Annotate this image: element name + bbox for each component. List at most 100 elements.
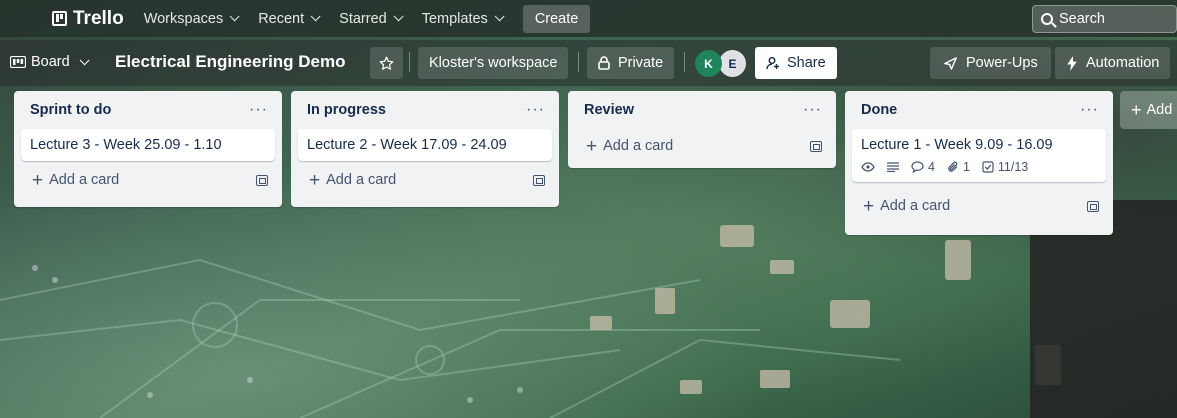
search-placeholder: Search [1059,11,1105,27]
card-template-icon[interactable] [533,174,545,186]
chevron-down-icon [79,54,90,65]
card[interactable]: Lecture 3 - Week 25.09 - 1.10 [21,129,275,161]
divider [578,52,579,72]
add-card-button[interactable]: + Add a card [14,161,282,199]
add-card-label: Add a card [603,138,674,154]
card-template-icon[interactable] [810,140,822,152]
checklist-icon [982,161,994,173]
comments-count: 4 [928,160,935,174]
nav-starred[interactable]: Starred [339,10,404,27]
more-icon[interactable]: ··· [803,102,822,118]
share-label: Share [787,55,826,71]
add-card-label: Add a card [326,172,397,188]
search-icon [1041,13,1053,25]
list-done: Done ··· Lecture 1 - Week 9.09 - 16.09 4 [845,91,1113,235]
avatar-k[interactable]: K [695,50,722,77]
plus-icon: + [32,169,44,191]
logo-text: Trello [73,7,124,29]
nav-recent[interactable]: Recent [258,10,321,27]
plus-icon: + [309,169,321,191]
nav-workspaces-label: Workspaces [143,10,224,27]
workspace-label: Kloster's workspace [429,55,558,71]
automation-label: Automation [1086,55,1160,71]
more-icon[interactable]: ··· [1080,102,1099,118]
card[interactable]: Lecture 2 - Week 17.09 - 24.09 [298,129,552,161]
add-card-label: Add a card [49,172,120,188]
search-input[interactable]: Search [1032,5,1177,33]
divider [409,52,410,72]
eye-icon [861,162,875,172]
powerups-label: Power-Ups [966,55,1038,71]
list-title[interactable]: Review [584,102,634,118]
add-list-button[interactable]: + Add [1120,91,1177,129]
chevron-down-icon [494,11,505,22]
board-header: Board Electrical Engineering Demo Kloste… [0,40,1177,86]
add-card-button[interactable]: + Add a card [845,182,1113,230]
nav-starred-label: Starred [339,10,387,27]
visibility-button[interactable]: Private [587,47,675,79]
plus-icon: + [1131,99,1142,120]
paperclip-icon [948,161,958,172]
star-button[interactable] [370,47,403,79]
chevron-down-icon [393,11,404,22]
member-avatars[interactable]: K E [695,50,746,77]
more-icon[interactable]: ··· [526,102,545,118]
card-title: Lecture 3 - Week 25.09 - 1.10 [30,137,222,153]
description-badge [887,162,899,172]
board-view-icon [10,56,26,68]
add-card-button[interactable]: + Add a card [568,129,836,163]
more-icon[interactable]: ··· [249,102,268,118]
add-list-label: Add [1146,102,1173,118]
watching-badge [861,162,875,172]
avatar-e[interactable]: E [719,50,746,77]
plus-icon: + [863,195,875,217]
checklist-count: 11/13 [997,160,1029,174]
add-card-label: Add a card [880,198,951,214]
top-nav: Trello Workspaces Recent Starred Templat… [0,0,1177,37]
chevron-down-icon [310,11,321,22]
trello-logo[interactable]: Trello [52,8,124,30]
list-review: Review ··· + Add a card [568,91,836,168]
plus-icon: + [586,135,598,157]
nav-recent-label: Recent [258,10,305,27]
card-title: Lecture 1 - Week 9.09 - 16.09 [861,137,1053,153]
list-sprint-to-do: Sprint to do ··· Lecture 3 - Week 25.09 … [14,91,282,207]
add-card-button[interactable]: + Add a card [291,161,559,199]
comments-badge: 4 [911,160,935,174]
share-button[interactable]: Share [755,47,837,79]
list-title[interactable]: Done [861,102,897,118]
workspace-button[interactable]: Kloster's workspace [418,47,569,79]
checklist-badge: 11/13 [982,160,1028,174]
list-in-progress: In progress ··· Lecture 2 - Week 17.09 -… [291,91,559,207]
description-icon [887,162,899,172]
create-button[interactable]: Create [522,4,591,33]
rocket-icon [944,56,957,70]
star-icon [379,56,394,70]
automation-button[interactable]: Automation [1055,47,1171,79]
list-title[interactable]: In progress [307,102,386,118]
card-template-icon[interactable] [256,174,268,186]
card-badges: 4 1 11/13 [861,160,1097,174]
nav-workspaces[interactable]: Workspaces [143,10,240,27]
lock-icon [598,56,610,70]
attachments-count: 1 [962,160,970,174]
lightning-icon [1067,55,1077,71]
card-title: Lecture 2 - Week 17.09 - 24.09 [307,137,507,153]
chevron-down-icon [229,11,240,22]
avatar-k-initial: K [704,56,713,71]
card[interactable]: Lecture 1 - Week 9.09 - 16.09 4 1 11/13 [852,129,1106,182]
board-title[interactable]: Electrical Engineering Demo [115,52,346,72]
comment-icon [911,161,924,173]
list-title[interactable]: Sprint to do [30,102,111,118]
powerups-button[interactable]: Power-Ups [930,47,1051,79]
trello-logo-icon [52,11,67,26]
divider [684,52,685,72]
nav-templates[interactable]: Templates [421,10,505,27]
view-label: Board [31,54,70,70]
nav-templates-label: Templates [421,10,488,27]
attachments-badge: 1 [947,160,970,174]
card-template-icon[interactable] [1087,200,1099,212]
avatar-e-initial: E [728,56,737,71]
add-member-icon [766,57,779,70]
view-switcher[interactable]: Board [10,54,90,70]
